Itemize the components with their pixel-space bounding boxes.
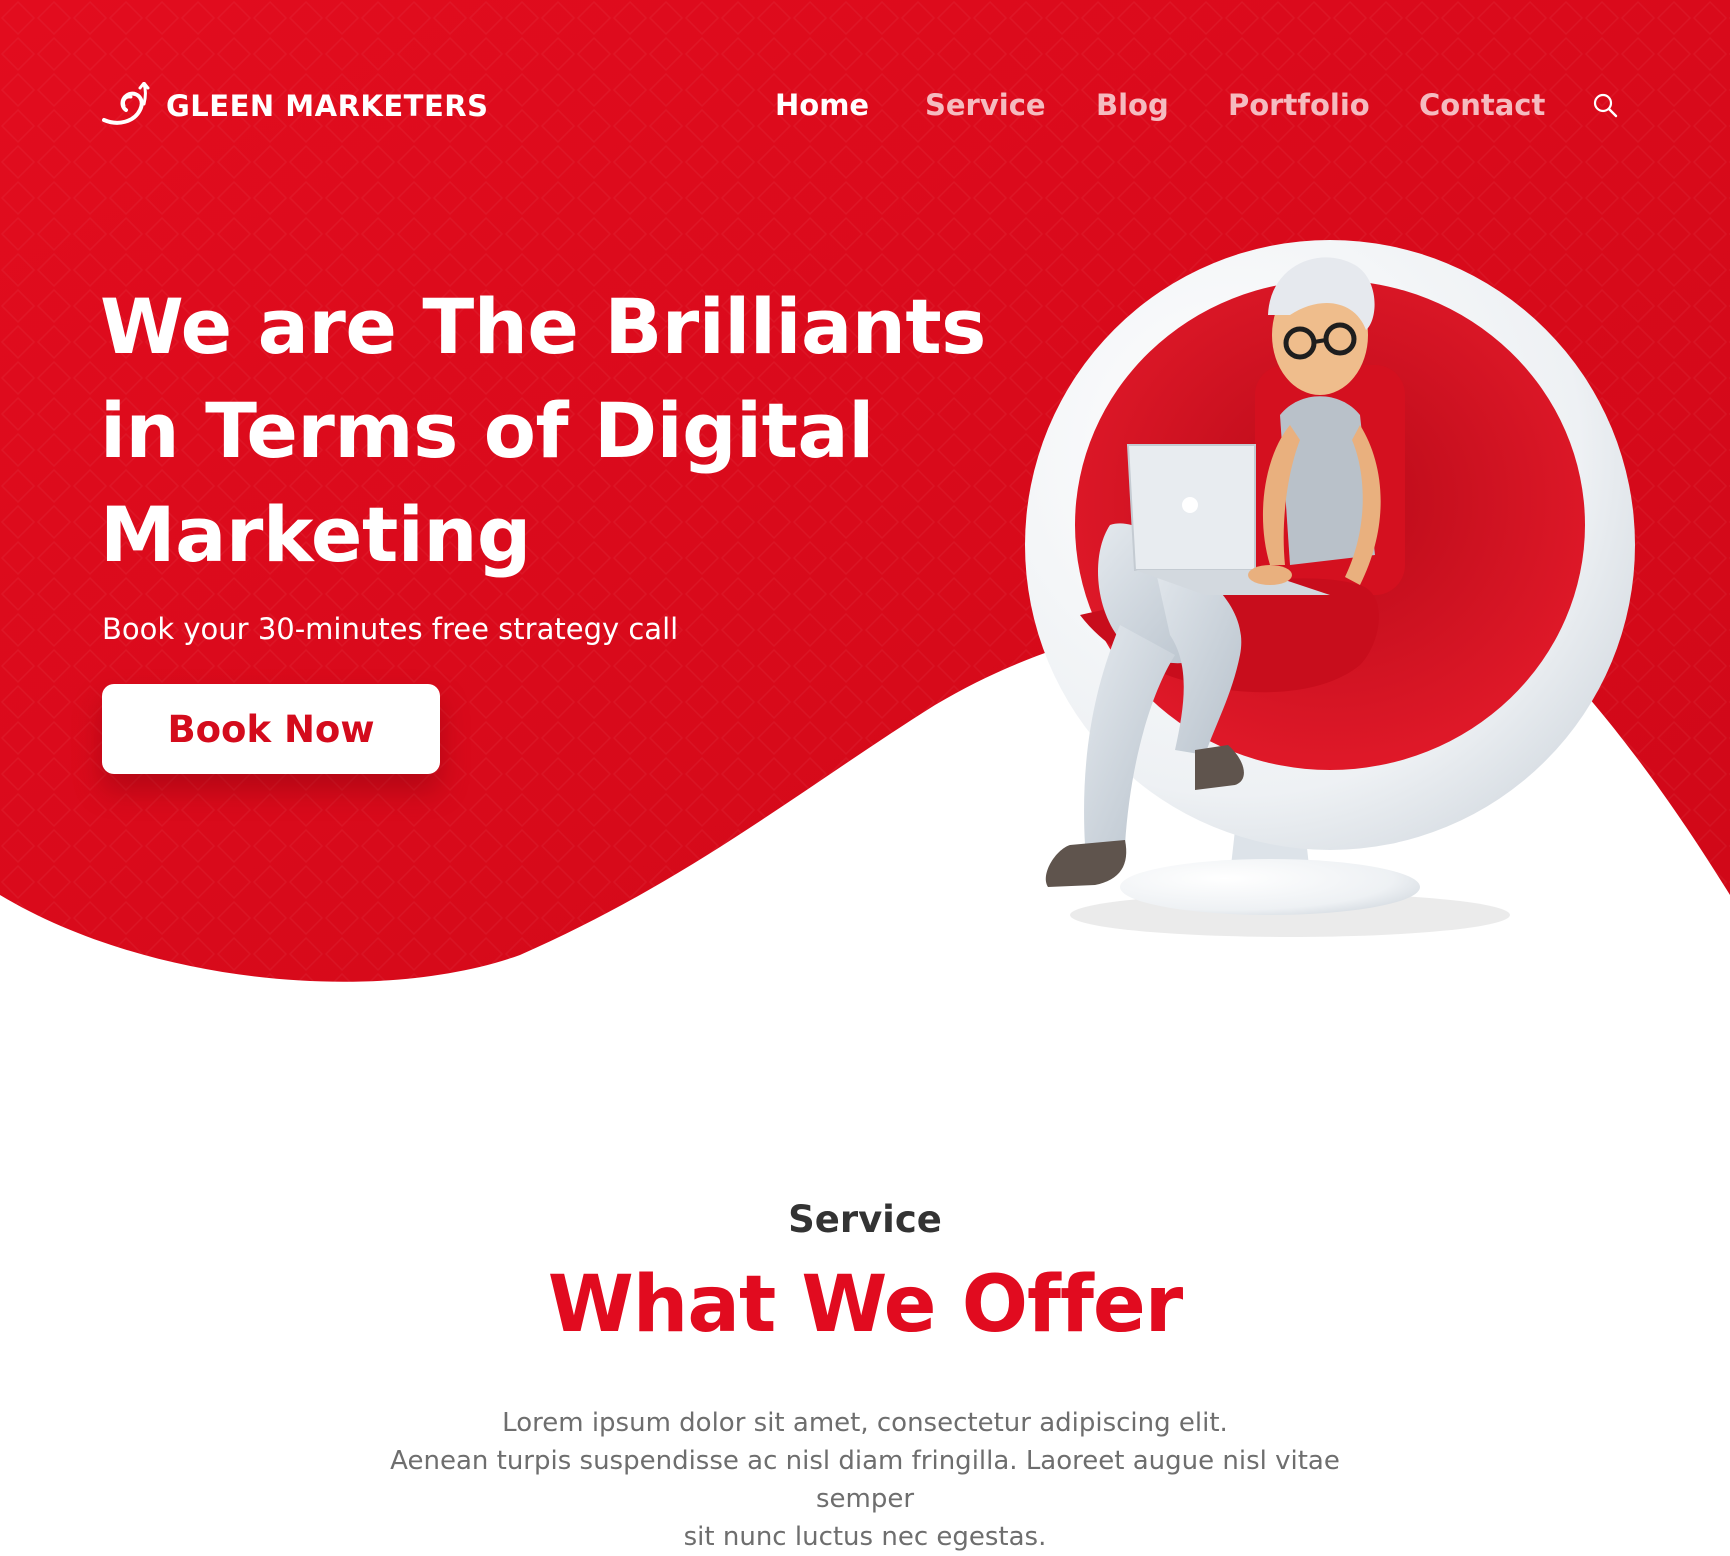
nav-item-contact[interactable]: Contact bbox=[1419, 88, 1545, 122]
nav-item-portfolio[interactable]: Portfolio bbox=[1228, 88, 1370, 122]
section-description-line: sit nunc luctus nec egestas. bbox=[683, 1522, 1047, 1552]
section-description: Lorem ipsum dolor sit amet, consectetur … bbox=[340, 1404, 1390, 1556]
site-header: GLEEN MARKETERS Home Service Blog Portfo… bbox=[0, 0, 1730, 215]
book-now-button[interactable]: Book Now bbox=[102, 684, 440, 774]
hero-subtitle: Book your 30-minutes free strategy call bbox=[102, 612, 679, 646]
main-nav: Home Service Blog Portfolio Contact bbox=[0, 88, 1730, 128]
nav-item-service[interactable]: Service bbox=[925, 88, 1046, 122]
hero-illustration bbox=[1025, 240, 1635, 937]
search-icon[interactable] bbox=[1592, 92, 1618, 118]
section-title: What We Offer bbox=[547, 1260, 1184, 1350]
section-description-line: Lorem ipsum dolor sit amet, consectetur … bbox=[502, 1408, 1228, 1438]
nav-item-home[interactable]: Home bbox=[775, 88, 869, 122]
nav-item-blog[interactable]: Blog bbox=[1096, 88, 1169, 122]
section-eyebrow: Service bbox=[788, 1198, 942, 1241]
hero-title: We are The Brilliants in Terms of Digita… bbox=[100, 282, 986, 579]
section-description-line: Aenean turpis suspendisse ac nisl diam f… bbox=[390, 1446, 1340, 1514]
